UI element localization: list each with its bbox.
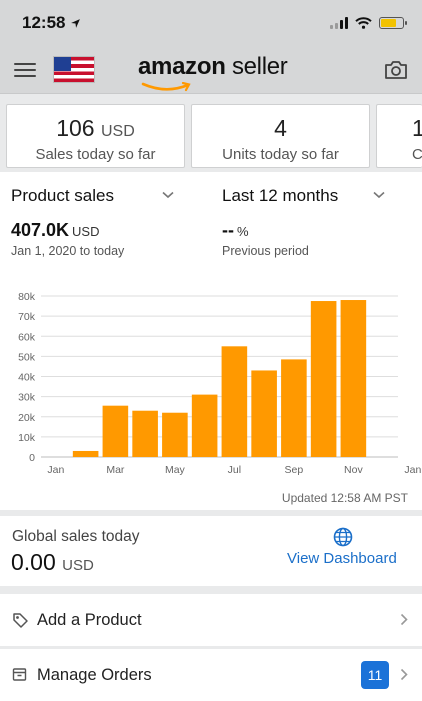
- us-flag-icon[interactable]: [54, 57, 94, 82]
- total-sales-unit: USD: [72, 224, 100, 239]
- bar-jul: [221, 346, 248, 457]
- y-tick-label: 0: [29, 452, 35, 464]
- x-tick-label: May: [165, 464, 186, 476]
- orders-count-badge: 11: [361, 661, 389, 689]
- compare-label: Previous period: [222, 244, 309, 258]
- bar-aug: [251, 370, 277, 457]
- globe-icon[interactable]: [333, 527, 353, 547]
- total-sales-metric: 407.0K USD Jan 1, 2020 to today: [11, 220, 124, 258]
- amazon-seller-logo: amazon seller: [138, 53, 288, 92]
- compare-unit: %: [237, 224, 249, 239]
- amazon-smile-icon: [141, 82, 191, 92]
- status-time: 12:58: [22, 13, 66, 32]
- today-stats: 106 USD Sales today so far 4 Units today…: [0, 104, 422, 168]
- stat-label: Sales today so far: [35, 146, 156, 163]
- stat-label: C: [412, 146, 422, 163]
- menu-icon[interactable]: [14, 62, 36, 77]
- stat-unit: USD: [100, 123, 135, 140]
- period-dropdown[interactable]: Last 12 months: [222, 186, 338, 206]
- chevron-down-icon[interactable]: [373, 191, 385, 199]
- x-tick-label: Jan: [404, 464, 421, 476]
- menu-item-label: Add a Product: [37, 610, 142, 629]
- x-tick-label: Mar: [106, 464, 125, 476]
- metric-dropdown[interactable]: Product sales: [11, 186, 114, 206]
- camera-icon[interactable]: [384, 59, 408, 81]
- wifi-icon: [355, 17, 372, 29]
- bar-sep: [281, 359, 307, 457]
- bar-oct: [310, 301, 337, 457]
- global-sales-card: Global sales today 0.00 USD View Dashboa…: [0, 516, 422, 586]
- status-bar: 12:58: [0, 0, 422, 46]
- y-tick-label: 50k: [18, 351, 36, 363]
- bar-apr: [132, 410, 158, 457]
- menu-item-add-product[interactable]: Add a Product: [0, 594, 422, 646]
- x-tick-label: Jan: [47, 464, 64, 476]
- compare-metric: --% Previous period: [222, 220, 309, 258]
- total-sales-value: 407.0K: [11, 220, 70, 240]
- app-header: amazon seller: [0, 46, 422, 94]
- sales-bar-chart: 0 10k 20k 30k 40k 50k 60k 70k 80k Jan Mar May Jul Sep…: [18, 291, 421, 476]
- global-sales-value: 0.00: [11, 549, 56, 575]
- stat-card-units[interactable]: 4 Units today so far: [191, 104, 370, 168]
- battery-icon: [379, 17, 407, 29]
- stat-card-sales[interactable]: 106 USD Sales today so far: [6, 104, 185, 168]
- bar-nov: [340, 300, 367, 457]
- x-tick-label: Sep: [285, 464, 304, 476]
- bar-mar: [102, 405, 129, 457]
- y-tick-label: 80k: [18, 291, 36, 303]
- stat-value: 106: [56, 115, 95, 141]
- view-dashboard-link[interactable]: View Dashboard: [287, 550, 397, 567]
- updated-timestamp: Updated 12:58 AM PST: [281, 491, 408, 505]
- menu-item-label: Manage Orders: [37, 665, 152, 684]
- tag-icon: [13, 613, 28, 628]
- chevron-right-icon: [400, 668, 408, 681]
- stat-label: Units today so far: [222, 146, 339, 163]
- y-tick-label: 60k: [18, 331, 36, 343]
- x-tick-label: Jul: [228, 464, 241, 476]
- x-tick-label: Nov: [344, 464, 363, 476]
- stat-value: 1: [412, 115, 422, 141]
- stat-card-partial[interactable]: 1 C: [376, 104, 422, 168]
- stat-value: 4: [274, 115, 287, 141]
- chevron-right-icon: [400, 613, 408, 626]
- total-sales-range: Jan 1, 2020 to today: [11, 244, 125, 258]
- y-tick-label: 40k: [18, 372, 36, 384]
- cellular-signal-icon: [330, 17, 348, 29]
- y-tick-label: 10k: [18, 432, 36, 444]
- bar-jun: [191, 394, 218, 457]
- y-tick-label: 70k: [18, 311, 36, 323]
- location-arrow-icon: [71, 18, 81, 28]
- global-sales-label: Global sales today: [12, 528, 140, 545]
- chevron-down-icon[interactable]: [162, 191, 174, 199]
- compare-value: --: [222, 220, 234, 240]
- orders-box-icon: [12, 668, 27, 681]
- global-sales-unit: USD: [62, 557, 94, 574]
- bar-may: [162, 412, 188, 457]
- menu-item-manage-orders[interactable]: Manage Orders 11: [0, 649, 422, 701]
- bar-feb: [72, 450, 99, 457]
- y-tick-label: 30k: [18, 392, 36, 404]
- y-tick-label: 20k: [18, 412, 36, 424]
